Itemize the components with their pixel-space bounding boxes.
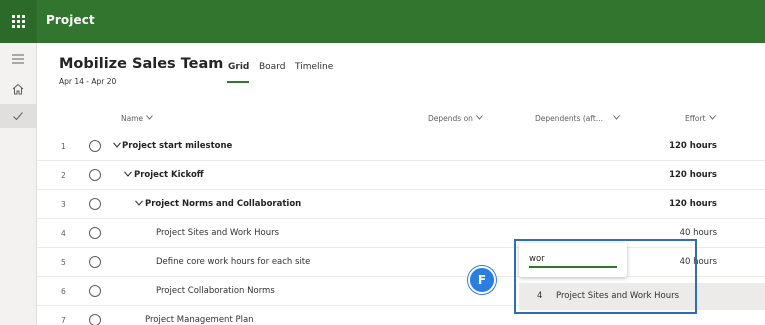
table-row[interactable]: 2 Project Kickoff 120 hours bbox=[37, 161, 765, 190]
table-row[interactable]: 3 Project Norms and Collaboration 120 ho… bbox=[37, 190, 765, 219]
task-effort[interactable]: 40 hours bbox=[680, 228, 717, 238]
plan-title: Mobilize Sales Team bbox=[59, 56, 224, 72]
table-row[interactable]: 1 Project start milestone 120 hours bbox=[37, 132, 765, 161]
column-header-depends-on[interactable]: Depends on bbox=[428, 114, 483, 123]
complete-task-checkbox[interactable] bbox=[89, 314, 101, 325]
plan-dates: Apr 14 - Apr 20 bbox=[59, 77, 117, 86]
check-icon bbox=[13, 112, 23, 121]
highlight-frame bbox=[514, 239, 697, 314]
complete-task-checkbox[interactable] bbox=[89, 169, 101, 181]
chevron-down-icon bbox=[613, 115, 620, 120]
complete-task-checkbox[interactable] bbox=[89, 227, 101, 239]
row-number: 7 bbox=[61, 316, 66, 325]
row-number: 3 bbox=[61, 200, 66, 209]
left-rail bbox=[0, 43, 37, 325]
app-header: Project bbox=[0, 0, 765, 43]
row-number: 2 bbox=[61, 171, 66, 180]
column-header-name[interactable]: Name bbox=[121, 114, 153, 123]
row-number: 5 bbox=[61, 258, 66, 267]
complete-task-checkbox[interactable] bbox=[89, 140, 101, 152]
task-name[interactable]: Project Sites and Work Hours bbox=[156, 228, 279, 238]
menu-button[interactable] bbox=[0, 48, 37, 72]
chevron-down-icon bbox=[476, 115, 483, 120]
row-number: 4 bbox=[61, 229, 66, 238]
column-header-effort[interactable]: Effort bbox=[685, 114, 716, 123]
tab-board[interactable]: Board bbox=[259, 62, 285, 72]
complete-task-checkbox[interactable] bbox=[89, 198, 101, 210]
task-name[interactable]: Project start milestone bbox=[122, 141, 232, 151]
chevron-down-icon bbox=[708, 115, 716, 120]
task-name[interactable]: Define core work hours for each site bbox=[156, 257, 310, 267]
chevron-down-icon[interactable] bbox=[113, 142, 121, 148]
chevron-down-icon bbox=[146, 115, 153, 120]
complete-task-checkbox[interactable] bbox=[89, 256, 101, 268]
column-header-dependents-label: Dependents (aft... bbox=[535, 114, 604, 123]
menu-icon bbox=[12, 54, 24, 64]
column-header-depends-on-label: Depends on bbox=[428, 114, 473, 123]
waffle-icon bbox=[12, 15, 25, 28]
callout-badge: F bbox=[468, 266, 496, 294]
task-name[interactable]: Project Norms and Collaboration bbox=[145, 199, 301, 209]
app-title: Project bbox=[46, 13, 95, 27]
task-name[interactable]: Project Management Plan bbox=[145, 315, 254, 325]
task-effort[interactable]: 120 hours bbox=[669, 170, 717, 180]
my-tasks-button[interactable] bbox=[0, 104, 37, 128]
tab-grid[interactable]: Grid bbox=[228, 62, 249, 72]
column-header-name-label: Name bbox=[121, 114, 144, 123]
column-header-effort-label: Effort bbox=[685, 114, 706, 123]
home-button[interactable] bbox=[0, 77, 37, 101]
tab-timeline[interactable]: Timeline bbox=[295, 62, 333, 72]
complete-task-checkbox[interactable] bbox=[89, 285, 101, 297]
row-number: 6 bbox=[61, 287, 66, 296]
task-name[interactable]: Project Collaboration Norms bbox=[156, 286, 275, 296]
row-number: 1 bbox=[61, 142, 66, 151]
column-header-dependents[interactable]: Dependents (aft... bbox=[535, 114, 620, 123]
task-name[interactable]: Project Kickoff bbox=[134, 170, 204, 180]
active-tab-indicator bbox=[227, 81, 249, 83]
app-launcher-button[interactable] bbox=[0, 0, 37, 43]
chevron-down-icon[interactable] bbox=[124, 171, 132, 177]
chevron-down-icon[interactable] bbox=[135, 200, 143, 206]
task-effort[interactable]: 120 hours bbox=[669, 199, 717, 209]
home-icon bbox=[12, 83, 24, 95]
task-effort[interactable]: 120 hours bbox=[669, 141, 717, 151]
